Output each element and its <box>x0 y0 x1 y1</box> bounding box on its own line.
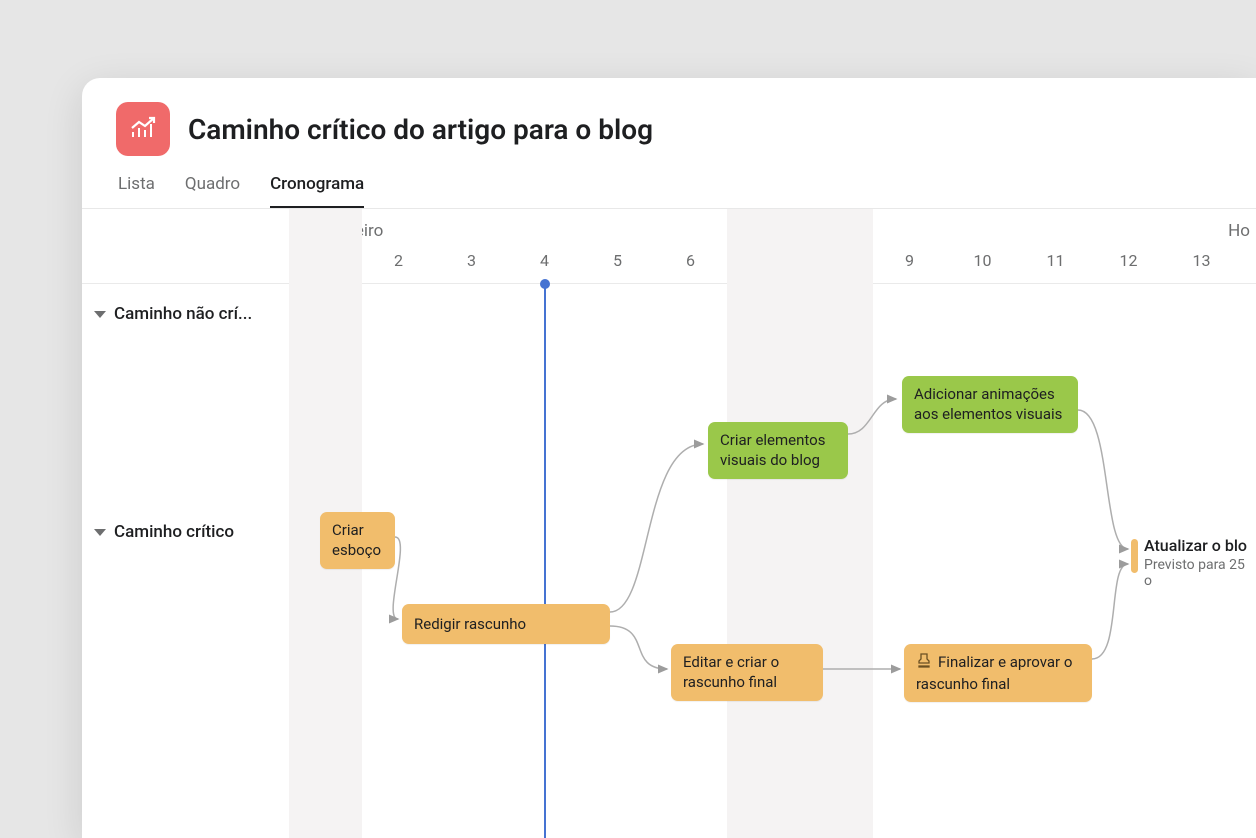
day-13: 13 <box>1165 251 1238 270</box>
day-11: 11 <box>1019 251 1092 270</box>
project-title: Caminho crítico do artigo para o blog <box>188 113 653 146</box>
task-label: Criar elementos visuais do blog <box>720 431 825 469</box>
day-2: 2 <box>362 251 435 270</box>
day-9: 9 <box>873 251 946 270</box>
milestone-atualizar-blog[interactable]: Atualizar o blo Previsto para 25 o <box>1144 536 1256 589</box>
task-label: Criar esboço <box>332 521 381 559</box>
day-4: 4 <box>508 251 581 270</box>
task-criar-elementos[interactable]: Criar elementos visuais do blog <box>708 422 848 479</box>
day-12: 12 <box>1092 251 1165 270</box>
project-chart-icon[interactable] <box>116 102 170 156</box>
task-redigir-rascunho[interactable]: Redigir rascunho <box>402 604 610 644</box>
today-label[interactable]: Ho <box>1228 221 1256 241</box>
milestone-subtitle: Previsto para 25 o <box>1144 557 1256 589</box>
today-line <box>544 284 546 838</box>
tab-timeline[interactable]: Cronograma <box>270 174 364 208</box>
section-critical[interactable]: Caminho crítico <box>94 522 234 542</box>
section-non-critical[interactable]: Caminho não crí... <box>94 304 252 324</box>
title-row: Caminho crítico do artigo para o blog <box>116 102 1222 156</box>
chart-trend-icon <box>128 114 158 144</box>
day-numbers: 1 2 3 4 5 6 7 8 9 10 11 12 13 <box>82 251 1256 281</box>
chevron-down-icon <box>94 529 106 536</box>
header: Caminho crítico do artigo para o blog Li… <box>82 78 1256 208</box>
timeline-body[interactable]: Caminho não crí... Caminho crítico <box>82 284 1256 838</box>
section-label: Caminho não crí... <box>114 304 252 324</box>
task-adicionar-animacoes[interactable]: Adicionar animações aos elementos visuai… <box>902 376 1078 433</box>
task-editar-rascunho[interactable]: Editar e criar o rascunho final <box>671 644 823 701</box>
approval-stamp-icon <box>916 652 932 673</box>
task-finalizar-rascunho[interactable]: Finalizar e aprovar o rascunho final <box>904 644 1092 702</box>
chevron-down-icon <box>94 311 106 318</box>
milestone-bar[interactable] <box>1131 539 1138 573</box>
task-label: Editar e criar o rascunho final <box>683 653 779 691</box>
tabs: Lista Quadro Cronograma <box>116 174 1222 208</box>
tab-list[interactable]: Lista <box>118 174 155 208</box>
weekend-shade <box>727 209 873 838</box>
today-dot-icon <box>540 279 550 289</box>
task-label: Finalizar e aprovar o rascunho final <box>916 653 1072 693</box>
section-label: Caminho crítico <box>114 522 234 542</box>
task-connectors <box>82 284 1256 838</box>
day-6: 6 <box>654 251 727 270</box>
day-3: 3 <box>435 251 508 270</box>
app-window: Caminho crítico do artigo para o blog Li… <box>82 78 1256 838</box>
tab-board[interactable]: Quadro <box>185 174 240 208</box>
timeline-header: Fevereiro Ho 1 2 3 4 5 6 7 8 9 10 11 12 … <box>82 209 1256 284</box>
day-10: 10 <box>946 251 1019 270</box>
milestone-title: Atualizar o blo <box>1144 536 1256 555</box>
task-label: Redigir rascunho <box>414 615 526 633</box>
task-criar-esboco[interactable]: Criar esboço <box>320 512 395 569</box>
task-label: Adicionar animações aos elementos visuai… <box>914 385 1062 423</box>
day-5: 5 <box>581 251 654 270</box>
